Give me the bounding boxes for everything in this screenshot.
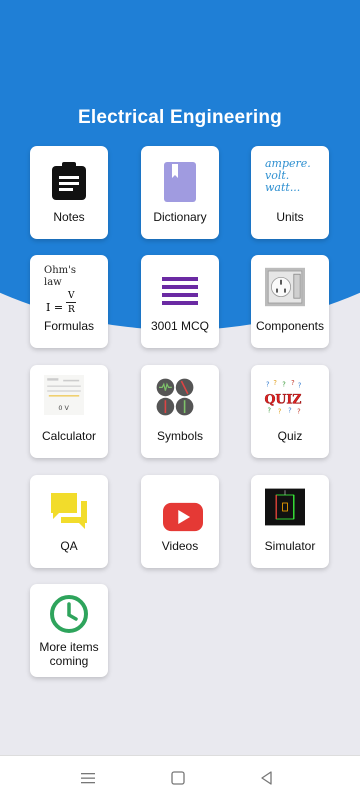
- tile-label: Simulator: [264, 539, 316, 553]
- tile-formulas[interactable]: Ohm's law I = V R Formulas: [30, 255, 108, 348]
- home-icon[interactable]: [168, 768, 188, 788]
- tile-label: 3001 MCQ: [150, 319, 210, 333]
- tile-label: Videos: [161, 539, 199, 553]
- tile-units[interactable]: ampere. volt. watt... Units: [251, 146, 329, 239]
- tile-label: Units: [276, 210, 304, 224]
- tile-quiz[interactable]: ? ? ? ? ? QUIZ ? ? ? ? Quiz: [251, 365, 329, 458]
- tile-more-items[interactable]: More items coming: [30, 584, 108, 677]
- tile-label: Quiz: [277, 429, 303, 443]
- svg-text:?: ?: [291, 379, 295, 387]
- symbols-icon: [155, 377, 205, 425]
- chat-bubbles-icon: [49, 491, 89, 531]
- menu-icon[interactable]: [78, 768, 98, 788]
- socket-icon: [265, 267, 315, 315]
- quiz-text: QUIZ: [264, 392, 301, 407]
- tile-qa[interactable]: QA: [30, 475, 108, 568]
- svg-text:?: ?: [297, 407, 301, 415]
- svg-text:?: ?: [288, 407, 292, 415]
- back-icon[interactable]: [257, 768, 277, 788]
- ohms-law-icon: Ohm's law I = V R: [44, 265, 94, 315]
- ohms-law-text: Ohm's law: [44, 265, 77, 288]
- system-nav-bar: [0, 755, 360, 800]
- tile-label: Formulas: [43, 319, 94, 333]
- svg-text:?: ?: [266, 381, 270, 389]
- units-text-icon: ampere. volt. watt...: [265, 158, 315, 206]
- tile-calculator[interactable]: 0 V Calculator: [30, 365, 108, 458]
- svg-text:?: ?: [273, 379, 277, 387]
- tile-mcq[interactable]: 3001 MCQ: [141, 255, 219, 348]
- tile-notes[interactable]: Notes: [30, 146, 108, 239]
- tile-label: Components: [255, 319, 325, 333]
- tile-dictionary[interactable]: Dictionary: [141, 146, 219, 239]
- tile-label: Notes: [53, 210, 85, 224]
- tile-videos[interactable]: Videos: [141, 475, 219, 568]
- svg-text:?: ?: [267, 407, 271, 415]
- tile-label: Dictionary: [153, 210, 207, 224]
- clock-icon: [49, 594, 89, 634]
- tile-components[interactable]: Components: [251, 255, 329, 348]
- tile-symbols[interactable]: Symbols: [141, 365, 219, 458]
- clipboard-icon: [49, 162, 89, 202]
- quiz-icon: ? ? ? ? ? QUIZ ? ? ? ?: [263, 377, 317, 425]
- tile-simulator[interactable]: Simulator: [251, 475, 329, 568]
- units-word-3: watt...: [265, 181, 301, 194]
- tile-label: QA: [60, 539, 78, 553]
- svg-text:?: ?: [298, 381, 302, 389]
- circuit-simulator-icon: [265, 487, 315, 533]
- tile-label: More items coming: [39, 640, 99, 668]
- svg-text:?: ?: [278, 407, 282, 415]
- tile-label: Symbols: [156, 429, 203, 443]
- video-play-icon: [163, 497, 203, 532]
- svg-text:0 V: 0 V: [58, 404, 69, 412]
- list-lines-icon: [160, 271, 200, 311]
- tile-label: Calculator: [41, 429, 97, 443]
- book-icon: [160, 162, 200, 202]
- menu-grid: Notes Dictionary ampere. volt. watt... U…: [0, 0, 360, 760]
- svg-text:?: ?: [282, 381, 286, 389]
- calculator-icon: 0 V: [44, 375, 94, 425]
